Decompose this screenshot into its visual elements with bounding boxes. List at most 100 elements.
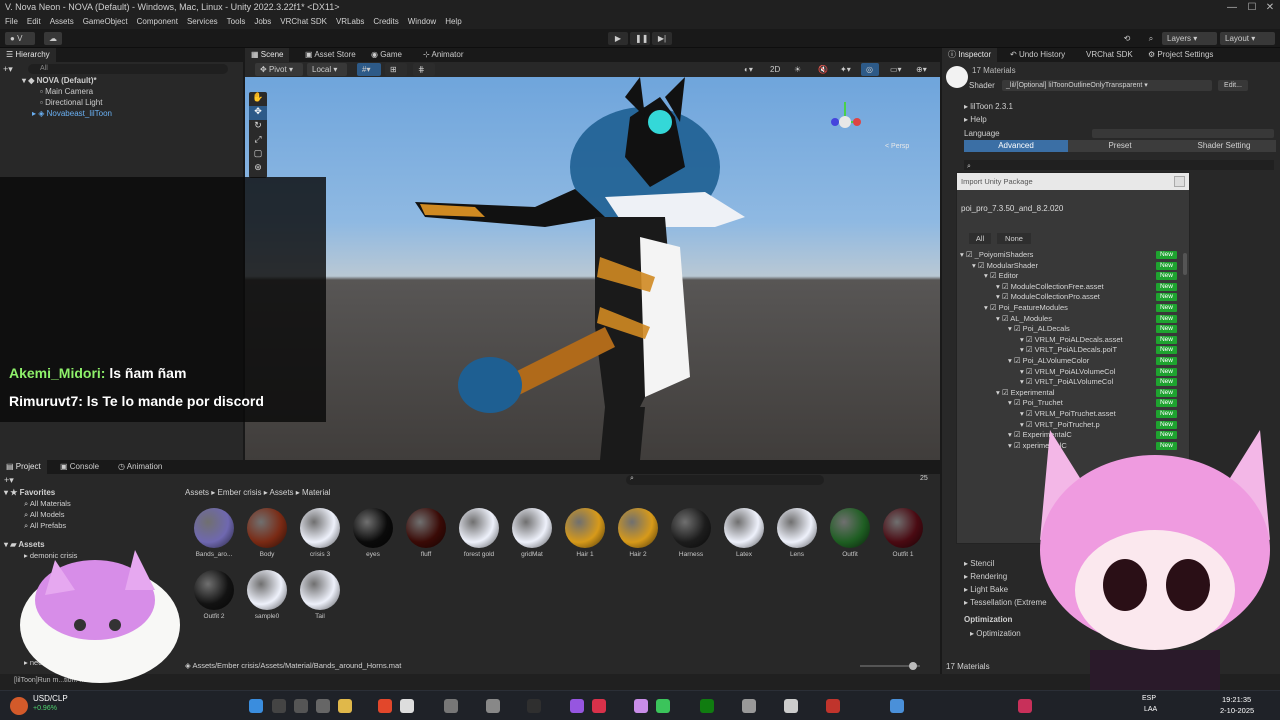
tab-inspector[interactable]: ⓘ Inspector [942,48,998,62]
advanced-button[interactable]: Advanced [964,140,1068,152]
close-button[interactable]: ✕ [1256,0,1280,15]
material-asset[interactable]: crisis 3 [297,508,343,558]
material-asset[interactable]: sample0 [244,570,290,620]
scene-viewport[interactable]: < Persp [245,77,940,460]
shader-setting-button[interactable]: Shader Setting [1172,140,1276,152]
layout-dropdown[interactable]: Layout ▾ [1220,32,1275,45]
increment-snap-icon[interactable]: ⊞ [385,63,407,76]
cloud-icon[interactable]: ☁ [44,32,62,45]
tab-scene[interactable]: ▦ Scene [245,48,290,62]
tab-game[interactable]: ◉ Game [365,48,408,62]
visibility-icon[interactable]: ◎ [861,63,879,76]
add-icon[interactable]: +▾ [3,64,17,74]
tab-undo-history[interactable]: ↶ Undo History [1004,48,1071,62]
menu-assets[interactable]: Assets [50,15,74,29]
breadcrumb-assets-2[interactable]: Assets [270,488,294,497]
audio-icon[interactable]: 🔇 [813,63,831,76]
material-asset[interactable]: Hair 2 [615,508,661,558]
rect-tool-icon[interactable]: ▢ [249,148,267,162]
effects-icon[interactable]: ✦▾ [835,63,857,76]
package-tree-row[interactable]: ▾ ☑ ModuleCollectionPro.asset [996,292,1100,303]
package-tree-row[interactable]: ▾ ☑ Poi_FeatureModules [984,303,1068,314]
package-tree-row[interactable]: ▾ ☑ ModuleCollectionFree.asset [996,282,1104,293]
help-section[interactable]: ▸ Help [964,115,987,124]
task-view-icon[interactable] [294,699,308,713]
lighting-icon[interactable]: ☀ [789,63,807,76]
edit-button[interactable]: Edit... [1218,80,1248,91]
package-tree-row[interactable]: ▾ ☑ ModularShader [972,261,1038,272]
material-asset[interactable]: Latex [721,508,767,558]
dialog-close-icon[interactable] [1174,176,1185,187]
package-tree-row[interactable]: ▾ ☑ VRLM_PoiALDecals.asset [1020,335,1123,346]
ticker-symbol[interactable]: USD/CLP [33,694,68,703]
hierarchy-item-light[interactable]: ▫ Directional Light [40,97,102,108]
project-search-input[interactable]: ⌕ [626,475,824,485]
package-tree-row[interactable]: ▾ ☑ VRLT_PoiALVolumeCol [1020,377,1113,388]
xbox-icon[interactable] [700,699,714,713]
2d-toggle[interactable]: 2D [765,63,783,76]
package-tree-row[interactable]: ▾ ☑ VRLM_PoiALVolumeCol [1020,367,1115,378]
thumbnail-size-handle[interactable] [909,662,917,670]
menu-vrlabs[interactable]: VRLabs [336,15,364,29]
material-asset[interactable]: forest gold [456,508,502,558]
optimization-section[interactable]: ▸ Optimization [970,629,1021,638]
menu-services[interactable]: Services [187,15,218,29]
shader-dropdown[interactable]: _lil/[Optional] lilToonOutlineOnlyTransp… [1002,80,1212,91]
select-none-button[interactable]: None [997,233,1031,244]
persp-label[interactable]: < Persp [885,143,909,150]
package-tree-row[interactable]: ▾ ☑ VRLM_PoiTruchet.asset [1020,409,1116,420]
package-tree-row[interactable]: ▾ ☑ Editor [984,271,1018,282]
history-icon[interactable]: ⟲ [1118,32,1136,45]
gizmos-icon[interactable]: ⊕▾ [911,63,933,76]
package-scrollbar[interactable] [1183,253,1187,275]
menu-file[interactable]: File [5,15,18,29]
menu-edit[interactable]: Edit [27,15,41,29]
unity-icon[interactable] [400,699,414,713]
material-asset[interactable]: Hair 1 [562,508,608,558]
language-dropdown[interactable] [1092,129,1274,138]
app-icon-7[interactable] [742,699,756,713]
tab-project[interactable]: ▤ Project [0,460,47,474]
tab-animator[interactable]: ⊹ Animator [417,48,470,62]
create-icon[interactable]: +▾ [4,475,14,486]
menu-jobs[interactable]: Jobs [254,15,271,29]
package-tree-row[interactable]: ▾ ☑ Poi_Truchet [1008,398,1063,409]
step-icon[interactable]: ▶| [652,32,672,45]
account-button[interactable]: ● V [5,32,35,45]
app-icon-3[interactable] [527,699,541,713]
pivot-dropdown[interactable]: ✥ Pivot ▾ [255,63,303,76]
breadcrumb-assets[interactable]: Assets [185,488,209,497]
menu-window[interactable]: Window [408,15,436,29]
pause-icon[interactable]: ❚❚ [630,32,650,45]
tab-console[interactable]: ▣ Console [54,460,105,474]
file-explorer-icon[interactable] [338,699,352,713]
breadcrumb-material[interactable]: Material [302,488,330,497]
taskbar-search-icon[interactable] [272,699,286,713]
select-all-button[interactable]: All [969,233,991,244]
package-tree-row[interactable]: ▾ ☑ Poi_ALDecals [1008,324,1070,335]
brave-icon[interactable] [378,699,392,713]
app-icon-10[interactable] [890,699,904,713]
material-asset[interactable]: Body [244,508,290,558]
fav-all-materials[interactable]: ⌕ All Materials [24,499,71,509]
fav-all-prefabs[interactable]: ⌕ All Prefabs [24,521,66,531]
material-asset[interactable]: Bands_aro... [191,508,237,558]
breadcrumb-ember-crisis[interactable]: Ember crisis [217,488,261,497]
menu-vrchat-sdk[interactable]: VRChat SDK [280,15,327,29]
transform-tool-icon[interactable]: ⊛ [249,162,267,176]
material-asset[interactable]: Outfit 2 [191,570,237,620]
app-icon-8[interactable] [784,699,798,713]
material-asset[interactable]: Outfit [827,508,873,558]
menu-component[interactable]: Component [137,15,178,29]
clock-time[interactable]: 19:21:35 [1222,695,1251,704]
search-icon[interactable]: ⌕ [1142,32,1160,45]
favorites-header[interactable]: ▾ ★ Favorites [4,488,55,497]
grid-snap-icon[interactable]: #▾ [357,63,381,76]
tab-animation[interactable]: ◷ Animation [112,460,168,474]
app-icon-4[interactable] [570,699,584,713]
hierarchy-item-camera[interactable]: ▫ Main Camera [40,86,93,97]
package-tree-row[interactable]: ▾ ☑ _PoiyomiShaders [960,250,1033,261]
move-tool-icon[interactable]: ✥ [249,106,267,120]
hierarchy-search-input[interactable]: All [28,64,228,74]
grid-toggle-icon[interactable]: ⋕ [413,63,435,76]
